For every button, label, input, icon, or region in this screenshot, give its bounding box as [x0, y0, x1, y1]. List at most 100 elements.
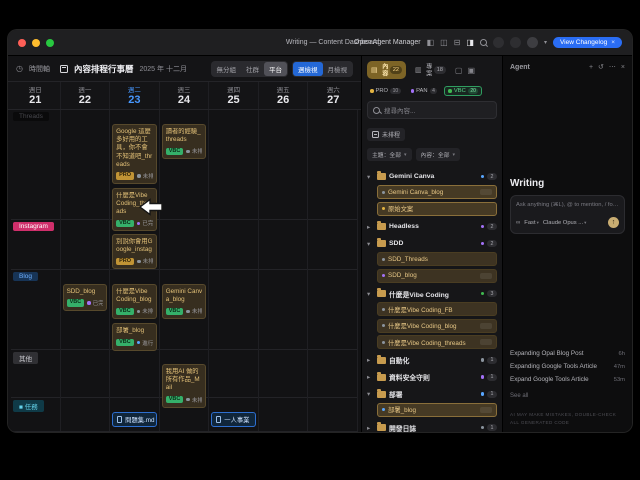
close-icon[interactable]: ×	[621, 64, 625, 71]
task-file-chip[interactable]: 一人事業	[211, 412, 256, 427]
day-header-cell[interactable]: 週日21	[11, 82, 61, 109]
calendar-day-cell[interactable]	[61, 398, 111, 431]
tree-item[interactable]: SDD_blog	[377, 269, 497, 283]
view-mode-週檢視[interactable]: 週檢視	[293, 62, 323, 76]
day-header-cell[interactable]: 週二23	[110, 82, 160, 109]
calendar-day-cell[interactable]	[209, 220, 259, 275]
calendar-day-cell[interactable]	[308, 270, 358, 357]
changelog-close-icon[interactable]: ×	[611, 39, 615, 46]
day-header-cell[interactable]: 週四25	[209, 82, 259, 109]
panel-icon-2[interactable]: ▣	[467, 66, 475, 75]
calendar-day-cell[interactable]: 什麼是Vibe Coding_blogVBC未排程部署_blogVBC進行中	[110, 270, 160, 357]
chevron-down-icon[interactable]: ▾	[367, 290, 374, 298]
tree-item[interactable]: 什麼是Vibe Coding_blog	[377, 319, 497, 333]
view-mode-月檢視[interactable]: 月檢視	[323, 62, 353, 76]
group-label[interactable]: ■ 任務	[13, 400, 44, 412]
close-window-button[interactable]	[18, 39, 26, 47]
event-card[interactable]: SDD_blogVBC已完成	[63, 284, 108, 311]
timeline-button[interactable]: 時間軸	[29, 64, 50, 74]
calendar-day-cell[interactable]: SDD_blogVBC已完成	[61, 270, 111, 357]
tree-folder-row[interactable]: ▸自動化1	[367, 352, 497, 369]
calendar-day-cell[interactable]	[308, 110, 358, 237]
group-label[interactable]: 其他	[13, 352, 38, 364]
unscheduled-section-chip[interactable]: 未排程	[367, 128, 405, 141]
tree-folder-row[interactable]: ▾什麼是Vibe Coding3	[367, 285, 497, 302]
chevron-down-icon[interactable]: ▾	[367, 390, 374, 398]
chevron-down-icon[interactable]: ▾	[367, 173, 374, 181]
tree-folder-row[interactable]: ▾Gemini Canva2	[367, 168, 497, 185]
calendar-day-cell[interactable]	[259, 270, 309, 357]
model-selector[interactable]: Claude Opus ...▾	[543, 220, 587, 226]
chevron-right-icon[interactable]: ▸	[367, 356, 374, 364]
send-button[interactable]: ↑	[608, 217, 619, 228]
calendar-day-cell[interactable]	[61, 110, 111, 237]
panel-icon-1[interactable]: ▢	[455, 66, 463, 75]
group-label[interactable]: Blog	[13, 272, 38, 281]
calendar-day-cell[interactable]	[259, 110, 309, 237]
filter-PAN[interactable]: PAN4	[408, 87, 441, 95]
panel-tab-內容[interactable]: ▤內容22	[367, 61, 406, 79]
calendar-day-cell[interactable]	[11, 110, 61, 237]
agent-mode-icon[interactable]: ∞	[516, 220, 520, 226]
panel-right-icon[interactable]: ◨	[466, 39, 474, 47]
tree-item[interactable]: 什麼是Vibe Coding_threads	[377, 335, 497, 349]
chat-history-item[interactable]: Expand Google Tools Article53m	[510, 373, 625, 386]
calendar-day-cell[interactable]: 別說你會用Google_instagPRO未排程	[110, 220, 160, 275]
view-changelog-button[interactable]: View Changelog ×	[553, 37, 622, 48]
calendar-day-cell[interactable]: Google 這麼多好用的工具，你不會不知道吧_threadsPRO未排程什麼是…	[110, 110, 160, 237]
tree-item[interactable]: 什麼是Vibe Coding_FB	[377, 302, 497, 316]
day-header-cell[interactable]: 週一22	[61, 82, 111, 109]
event-card[interactable]: 別說你會用Google_instagPRO未排程	[112, 234, 157, 269]
tree-folder-row[interactable]: ▸資料安全守則1	[367, 369, 497, 386]
calendar-day-cell[interactable]	[160, 398, 210, 431]
minimize-window-button[interactable]	[32, 39, 40, 47]
calendar-day-cell[interactable]	[61, 220, 111, 275]
calendar-day-cell[interactable]	[308, 398, 358, 431]
panel-left-icon[interactable]: ◫	[440, 39, 448, 47]
tree-item[interactable]: SDD_Threads	[377, 252, 497, 266]
calendar-day-cell[interactable]	[209, 110, 259, 237]
more-icon[interactable]: ⋯	[609, 63, 616, 71]
tree-folder-row[interactable]: ▾部署1	[367, 386, 497, 403]
new-chat-icon[interactable]: +	[589, 64, 593, 71]
chevron-right-icon[interactable]: ▸	[367, 373, 374, 381]
speed-selector[interactable]: Fast▾	[524, 220, 539, 226]
filter-PRO[interactable]: PRO10	[367, 87, 404, 95]
day-header-cell[interactable]: 週五26	[259, 82, 309, 109]
event-card[interactable]: 什麼是Vibe Coding_blogVBC未排程	[112, 284, 157, 319]
calendar-day-cell[interactable]	[209, 270, 259, 357]
filter-VBC[interactable]: VBC20	[444, 86, 482, 96]
calendar-day-cell[interactable]	[259, 220, 309, 275]
calendar-day-cell[interactable]: 一人事業	[209, 398, 259, 431]
group-mode-社群[interactable]: 社群	[241, 62, 264, 76]
event-card[interactable]: 部署_blogVBC進行中	[112, 323, 157, 350]
event-card[interactable]: Google 這麼多好用的工具，你不會不知道吧_threadsPRO未排程	[112, 124, 157, 184]
calendar-day-cell[interactable]: 讀者的經驗_threadsVBC未排程	[160, 110, 210, 237]
panel-bottom-icon[interactable]: ⊟	[454, 39, 461, 47]
tree-folder-row[interactable]: ▸開發日誌1	[367, 419, 497, 432]
day-header-cell[interactable]: 週六27	[308, 82, 358, 109]
avatar[interactable]	[527, 37, 538, 48]
panel-tab-專案[interactable]: ▥專案18	[411, 61, 450, 79]
chat-input[interactable]: Ask anything (⌘L), @ to mention, / for w…	[510, 195, 625, 234]
calendar-day-cell[interactable]	[259, 398, 309, 431]
event-card[interactable]: 讀者的經驗_threadsVBC未排程	[162, 124, 207, 159]
tree-folder-row[interactable]: ▾SDD2	[367, 235, 497, 252]
circle-button-1[interactable]	[493, 37, 504, 48]
panel-split-icon[interactable]: ◧	[427, 39, 435, 47]
see-all-link[interactable]: See all	[510, 393, 625, 399]
chat-history-item[interactable]: Expanding Opal Blog Post6h	[510, 347, 625, 360]
content-search[interactable]: 搜尋內容...	[367, 101, 497, 119]
chevron-down-icon[interactable]: ▾	[367, 240, 374, 248]
task-file-chip[interactable]: 問題集.md	[112, 412, 157, 427]
search-icon[interactable]	[480, 39, 487, 46]
tree-item[interactable]: 原始文案	[377, 202, 497, 216]
dropdown-chip[interactable]: 內容：全部▾	[416, 148, 461, 161]
tree-item[interactable]: Gemini Canva_blog	[377, 185, 497, 199]
zoom-window-button[interactable]	[46, 39, 54, 47]
day-header-cell[interactable]: 週三24	[160, 82, 210, 109]
group-mode-無分組[interactable]: 無分組	[212, 62, 242, 76]
group-label[interactable]: Instagram	[13, 222, 54, 231]
tree-item[interactable]: 部署_blog	[377, 403, 497, 417]
calendar-day-cell[interactable]	[308, 220, 358, 275]
